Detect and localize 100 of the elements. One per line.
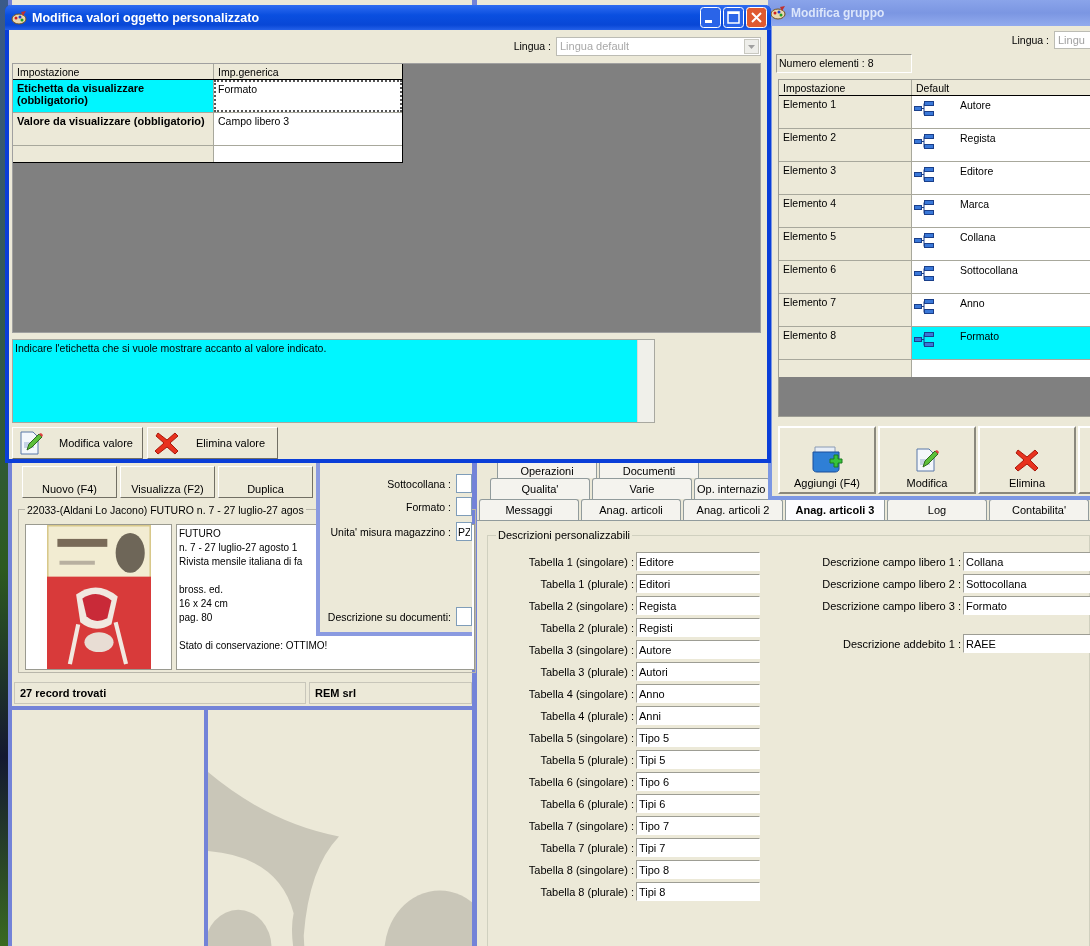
document-pencil-icon (19, 430, 43, 456)
field-label: Tabella 1 (plurale) : (539, 577, 634, 590)
record-title: 22033-(Aldani Lo Jacono) FUTURO n. 7 - 27 luglio-27 agos (25, 504, 306, 516)
input-field[interactable]: Tipi 6 (636, 794, 760, 813)
input-field[interactable]: Tipi 7 (636, 838, 760, 857)
tab[interactable]: Log (887, 499, 987, 520)
tab[interactable]: Anag. articoli (581, 499, 681, 520)
toolbar-button[interactable]: Elimina (978, 426, 1076, 494)
field-label: Unita' misura magazzino : (330, 525, 451, 538)
hierarchy-icon (914, 265, 934, 282)
hint-text: Indicare l'etichetta che si vuole mostrare accanto al valore indicato. (14, 341, 328, 356)
toolbar-button[interactable]: Aggiungi (F4) (778, 426, 876, 494)
field-label: Lingua : (1011, 34, 1049, 46)
field-label: Tabella 8 (singolare) : (527, 863, 634, 876)
tab[interactable]: Varie (592, 478, 692, 499)
palette-icon (770, 6, 786, 20)
toolbar-button[interactable]: Visualizza (F2) (120, 466, 215, 498)
minimize-icon[interactable] (700, 7, 721, 28)
input-field[interactable]: Anno (636, 684, 760, 703)
status-text: REM srl (309, 682, 472, 704)
input-field[interactable]: Editori (636, 574, 760, 593)
table-cell: Valore da visualizzare (obbligatorio) (13, 113, 214, 145)
description-line: pag. 80 (179, 611, 213, 625)
table-cell[interactable]: Formato (912, 327, 1090, 359)
toolbar-button[interactable]: Duplica (218, 466, 313, 498)
tab[interactable]: Contabilita' (989, 499, 1089, 520)
count-field: Numero elementi : 8 (776, 54, 912, 73)
table-cell[interactable]: Autore (912, 96, 1090, 128)
hierarchy-icon (914, 331, 934, 348)
action-button[interactable]: Elimina valore (147, 427, 278, 459)
field-label: Lingua : (513, 40, 551, 52)
field-label: Tabella 1 (singolare) : (527, 555, 634, 568)
description-line: Stato di conservazione: OTTIMO! (179, 639, 328, 653)
box-plus-icon (811, 443, 843, 473)
field-label: Tabella 3 (singolare) : (527, 643, 634, 656)
field-label: Tabella 6 (plurale) : (539, 797, 634, 810)
field-label: Tabella 5 (singolare) : (527, 731, 634, 744)
description-line: bross. ed. (179, 583, 223, 597)
field-label: Tabella 2 (plurale) : (539, 621, 634, 634)
input-field[interactable]: Tipo 7 (636, 816, 760, 835)
tab[interactable]: Anag. articoli 2 (683, 499, 783, 520)
tab[interactable]: Op. internazio (694, 478, 770, 499)
tab[interactable]: Qualita' (490, 478, 590, 499)
input-field[interactable]: Autore (636, 640, 760, 659)
input-field[interactable]: Editore (636, 552, 760, 571)
description-line: Rivista mensile italiana di fa (179, 555, 303, 569)
hierarchy-icon (914, 232, 934, 249)
input-field[interactable]: Registi (636, 618, 760, 637)
input-field[interactable]: Tipo 5 (636, 728, 760, 747)
toolbar-button[interactable]: Nuovo (F4) (22, 466, 117, 498)
input-field[interactable]: Tipi 5 (636, 750, 760, 769)
window-title: Modifica valori oggetto personalizzato (32, 10, 261, 25)
table-cell[interactable]: Anno (912, 294, 1090, 326)
input-field[interactable]: Tipo 8 (636, 860, 760, 879)
table-cell[interactable]: Marca (912, 195, 1090, 227)
table-cell[interactable]: Editore (912, 162, 1090, 194)
palette-icon (11, 10, 27, 25)
field-label: Tabella 7 (plurale) : (539, 841, 634, 854)
input-field[interactable]: Sottocollana (963, 574, 1090, 593)
field-label: Descrizione addebito 1 : (842, 637, 961, 650)
input-field[interactable] (456, 497, 472, 516)
window-title: Modifica gruppo (791, 6, 885, 20)
input-field[interactable]: Anni (636, 706, 760, 725)
table-cell[interactable]: Regista (912, 129, 1090, 161)
input-field[interactable]: RAEE (963, 634, 1090, 653)
hierarchy-icon (914, 100, 934, 117)
table-cell[interactable]: Formato (214, 80, 402, 112)
toolbar-button[interactable]: Modifica (878, 426, 976, 494)
field-label: Descrizione su documenti: (327, 610, 451, 623)
input-field[interactable] (456, 474, 472, 493)
input-field[interactable]: Autori (636, 662, 760, 681)
column-header: Imp.generica (217, 65, 280, 79)
input-field[interactable]: Formato (963, 596, 1090, 615)
field-label: Tabella 7 (singolare) : (527, 819, 634, 832)
document-pencil-icon (915, 447, 939, 473)
description-line: n. 7 - 27 luglio-27 agosto 1 (179, 541, 298, 555)
hierarchy-icon (914, 133, 934, 150)
field-label: Descrizione campo libero 3 : (821, 599, 961, 612)
input-field[interactable]: Regista (636, 596, 760, 615)
input-field[interactable] (456, 607, 472, 626)
input-field[interactable]: Collana (963, 552, 1090, 571)
status-text: 27 record trovati (14, 682, 306, 704)
hierarchy-icon (914, 298, 934, 315)
input-field[interactable]: Tipo 6 (636, 772, 760, 791)
table-cell: Etichetta da visualizzare (obbligatorio) (13, 80, 214, 112)
input-field[interactable]: Tipi 8 (636, 882, 760, 901)
language-field[interactable]: Lingu (1054, 31, 1090, 49)
close-icon[interactable] (746, 7, 767, 28)
cross-icon (1014, 447, 1040, 473)
field-label: Sottocollana : (387, 477, 451, 490)
table-cell[interactable]: Sottocollana (912, 261, 1090, 293)
table-cell[interactable]: Collana (912, 228, 1090, 260)
cross-icon (154, 430, 180, 456)
scrollbar[interactable] (637, 340, 654, 422)
tab[interactable]: Messaggi (479, 499, 579, 520)
description-line: 16 x 24 cm (179, 597, 228, 611)
field-label: Tabella 2 (singolare) : (527, 599, 634, 612)
maximize-icon[interactable] (723, 7, 744, 28)
action-button[interactable]: Modifica valore (12, 427, 143, 459)
field-label: Tabella 5 (plurale) : (539, 753, 634, 766)
